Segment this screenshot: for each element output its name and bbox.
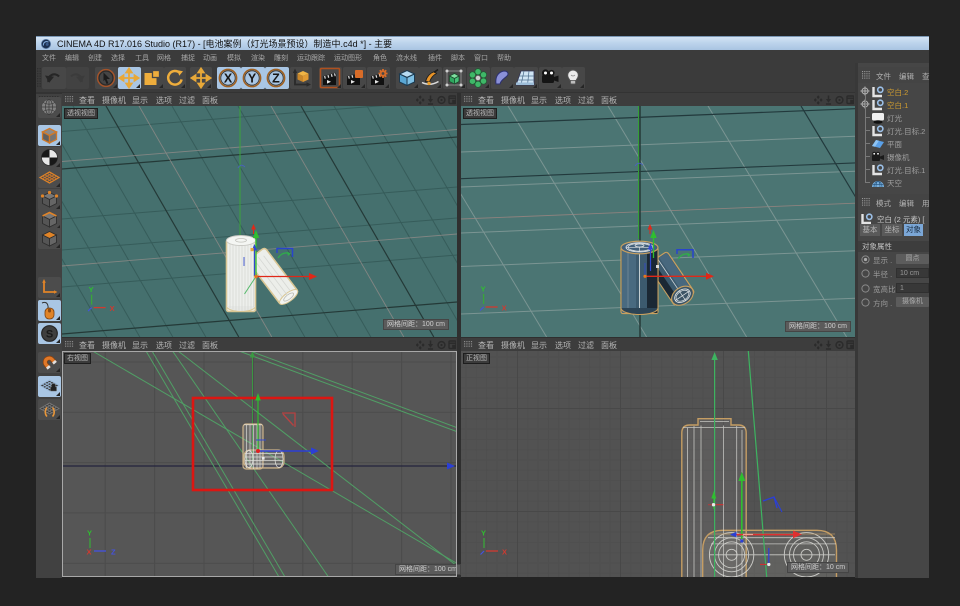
svg-text:X: X (502, 548, 507, 557)
svg-text:Y: Y (87, 529, 92, 538)
svg-text:Y: Y (481, 285, 486, 294)
svg-text:X: X (110, 304, 115, 313)
svg-text:Z: Z (111, 548, 116, 557)
svg-text:X: X (502, 304, 507, 313)
svg-text:Y: Y (248, 72, 257, 86)
svg-text:X: X (224, 72, 233, 86)
svg-text:Y: Y (89, 285, 94, 294)
svg-text:X: X (87, 548, 92, 557)
svg-text:S: S (46, 329, 53, 341)
svg-text:Y: Y (481, 529, 486, 538)
svg-text:Z: Z (272, 72, 280, 86)
